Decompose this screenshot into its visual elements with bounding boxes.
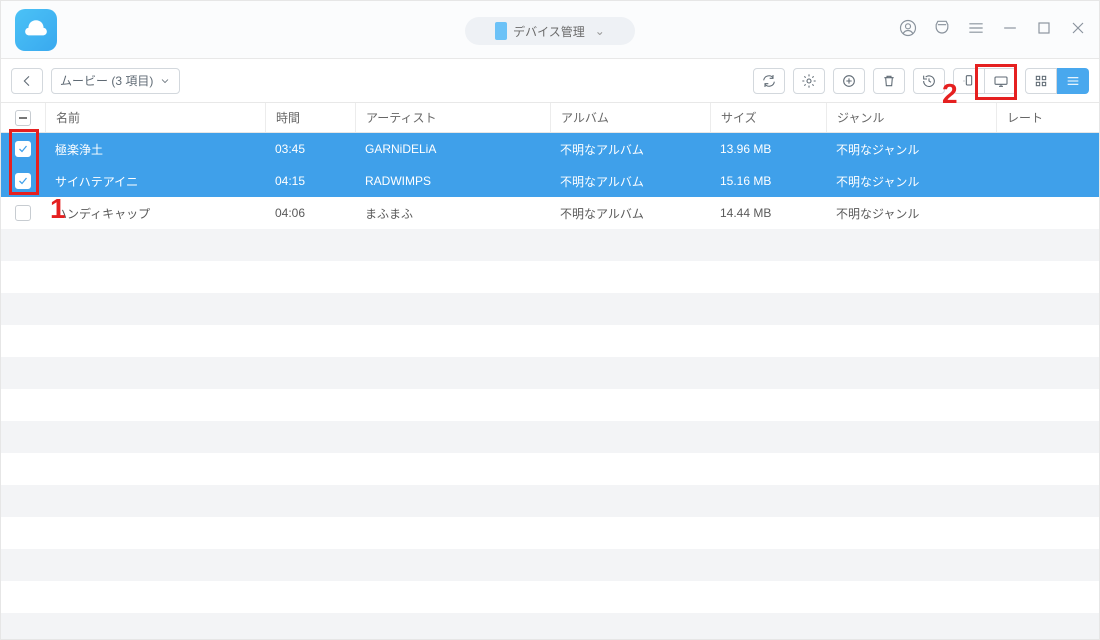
toolbar-right bbox=[753, 68, 1089, 94]
cell-genre: 不明なジャンル bbox=[826, 165, 996, 197]
history-button[interactable] bbox=[913, 68, 945, 94]
row-checkbox[interactable] bbox=[15, 173, 31, 189]
cell-rate bbox=[996, 165, 1099, 197]
view-toggle bbox=[1025, 68, 1089, 94]
to-computer-button[interactable] bbox=[985, 68, 1017, 94]
cell-genre: 不明なジャンル bbox=[826, 133, 996, 165]
device-pill[interactable]: デバイス管理 ⌄ bbox=[465, 17, 635, 45]
toolbar: ムービー (3 項目) bbox=[1, 59, 1099, 103]
col-artist[interactable]: アーティスト bbox=[355, 103, 550, 132]
empty-row bbox=[1, 453, 1099, 485]
cell-size: 14.44 MB bbox=[710, 197, 826, 229]
back-button[interactable] bbox=[11, 68, 43, 94]
empty-row bbox=[1, 581, 1099, 613]
cell-name: 極楽浄土 bbox=[45, 133, 265, 165]
empty-row bbox=[1, 549, 1099, 581]
delete-button[interactable] bbox=[873, 68, 905, 94]
cell-album: 不明なアルバム bbox=[550, 165, 710, 197]
window-minimize-button[interactable] bbox=[997, 15, 1023, 41]
empty-row bbox=[1, 485, 1099, 517]
cell-rate bbox=[996, 133, 1099, 165]
row-checkbox[interactable] bbox=[15, 205, 31, 221]
device-pill-label: デバイス管理 bbox=[513, 23, 585, 40]
cell-size: 13.96 MB bbox=[710, 133, 826, 165]
col-time[interactable]: 時間 bbox=[265, 103, 355, 132]
cell-artist: RADWIMPS bbox=[355, 165, 550, 197]
col-genre[interactable]: ジャンル bbox=[826, 103, 996, 132]
empty-row bbox=[1, 517, 1099, 549]
list-view-button[interactable] bbox=[1057, 68, 1089, 94]
account-icon[interactable] bbox=[895, 15, 921, 41]
refresh-button[interactable] bbox=[753, 68, 785, 94]
window-controls bbox=[895, 15, 1091, 41]
col-rate[interactable]: レート bbox=[996, 103, 1099, 132]
select-all-checkbox[interactable] bbox=[15, 110, 31, 126]
empty-row bbox=[1, 613, 1099, 639]
title-bar: デバイス管理 ⌄ bbox=[1, 1, 1099, 59]
table-header: 名前 時間 アーティスト アルバム サイズ ジャンル レート bbox=[1, 103, 1099, 133]
cell-artist: まふまふ bbox=[355, 197, 550, 229]
window-close-button[interactable] bbox=[1065, 15, 1091, 41]
cell-time: 04:15 bbox=[265, 165, 355, 197]
transfer-group bbox=[953, 68, 1017, 94]
table-body: 極楽浄土03:45GARNiDELiA不明なアルバム13.96 MB不明なジャン… bbox=[1, 133, 1099, 639]
empty-row bbox=[1, 421, 1099, 453]
cell-time: 03:45 bbox=[265, 133, 355, 165]
empty-row bbox=[1, 325, 1099, 357]
window-maximize-button[interactable] bbox=[1031, 15, 1057, 41]
empty-row bbox=[1, 293, 1099, 325]
settings-button[interactable] bbox=[793, 68, 825, 94]
cell-name: ハンディキャップ bbox=[45, 197, 265, 229]
breadcrumb[interactable]: ムービー (3 項目) bbox=[51, 68, 180, 94]
device-icon bbox=[495, 22, 507, 40]
empty-row bbox=[1, 229, 1099, 261]
cell-name: サイハテアイニ bbox=[45, 165, 265, 197]
theme-icon[interactable] bbox=[929, 15, 955, 41]
to-device-button[interactable] bbox=[953, 68, 985, 94]
cell-genre: 不明なジャンル bbox=[826, 197, 996, 229]
cell-size: 15.16 MB bbox=[710, 165, 826, 197]
menu-icon[interactable] bbox=[963, 15, 989, 41]
empty-row bbox=[1, 357, 1099, 389]
cell-time: 04:06 bbox=[265, 197, 355, 229]
col-name[interactable]: 名前 bbox=[45, 103, 265, 132]
table-row[interactable]: サイハテアイニ04:15RADWIMPS不明なアルバム15.16 MB不明なジャ… bbox=[1, 165, 1099, 197]
cell-album: 不明なアルバム bbox=[550, 133, 710, 165]
empty-row bbox=[1, 261, 1099, 293]
grid-view-button[interactable] bbox=[1025, 68, 1057, 94]
cell-rate bbox=[996, 197, 1099, 229]
select-all-cell[interactable] bbox=[1, 103, 45, 132]
row-checkbox-cell[interactable] bbox=[1, 141, 45, 157]
col-size[interactable]: サイズ bbox=[710, 103, 826, 132]
table-row[interactable]: ハンディキャップ04:06まふまふ不明なアルバム14.44 MB不明なジャンル bbox=[1, 197, 1099, 229]
row-checkbox-cell[interactable] bbox=[1, 173, 45, 189]
breadcrumb-label: ムービー (3 項目) bbox=[60, 72, 153, 89]
app-logo bbox=[15, 9, 57, 51]
col-album[interactable]: アルバム bbox=[550, 103, 710, 132]
empty-row bbox=[1, 389, 1099, 421]
cell-artist: GARNiDELiA bbox=[355, 133, 550, 165]
chevron-down-icon: ⌄ bbox=[595, 24, 605, 38]
cell-album: 不明なアルバム bbox=[550, 197, 710, 229]
row-checkbox-cell[interactable] bbox=[1, 205, 45, 221]
table-row[interactable]: 極楽浄土03:45GARNiDELiA不明なアルバム13.96 MB不明なジャン… bbox=[1, 133, 1099, 165]
row-checkbox[interactable] bbox=[15, 141, 31, 157]
app-window: デバイス管理 ⌄ ムービー (3 項目) bbox=[0, 0, 1100, 640]
add-button[interactable] bbox=[833, 68, 865, 94]
